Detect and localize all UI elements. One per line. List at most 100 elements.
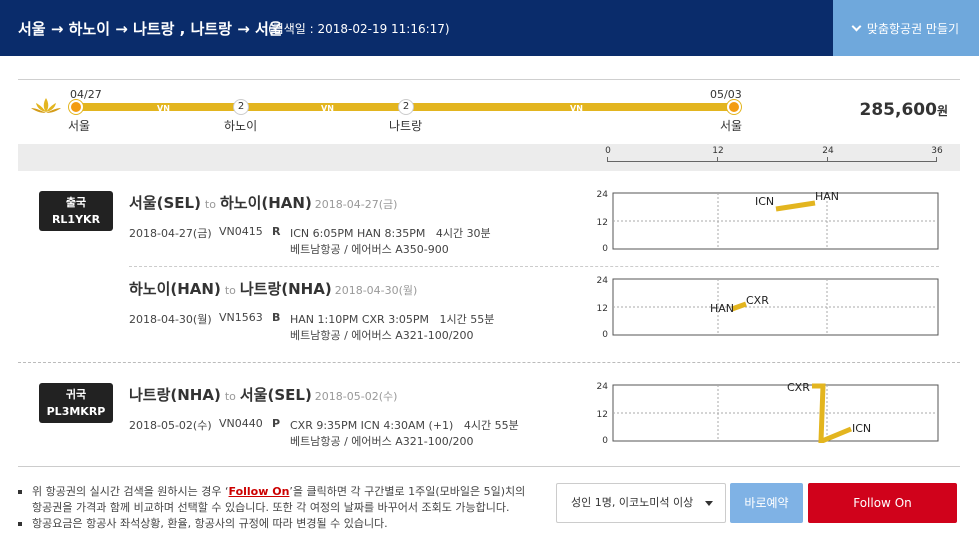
segment-code: VN <box>570 104 583 113</box>
destination-node <box>727 100 741 114</box>
segment-divider <box>129 266 939 267</box>
city-label: 하노이 <box>224 119 258 133</box>
segment-title: 나트랑(NHA) to 서울(SEL) 2018-05-02(수) <box>129 384 397 405</box>
flight-time-chart: 24 12 0 CXR ICN <box>597 381 939 443</box>
flight-times: ICN 6:05PM HAN 8:35PM 4시간 30분 <box>290 225 491 241</box>
axis-tick-label: 0 <box>605 146 611 156</box>
price-currency: 원 <box>936 104 948 118</box>
badge-type: 출국 <box>65 196 87 209</box>
route-summary: 04/27 05/03 VN VN VN 2 2 서울 하노이 나트랑 서울 2… <box>18 80 960 144</box>
badge-type: 귀국 <box>65 388 87 401</box>
return-badge: 귀국 PL3MKRP <box>39 383 113 423</box>
passenger-class-select[interactable]: 성인 1명, 이코노미석 이상 <box>556 483 726 523</box>
flight-number: VN1563 <box>219 311 263 324</box>
axis-tick <box>607 157 608 162</box>
city-label: 서울 <box>720 119 743 133</box>
segment-from: 하노이(HAN) <box>129 280 221 298</box>
segment-date: 2018-05-02(수) <box>314 390 398 403</box>
segment-to-word: to <box>224 390 236 403</box>
duration: 4시간 55분 <box>463 419 519 432</box>
city-label: 서울 <box>68 119 91 133</box>
times: ICN 6:05PM HAN 8:35PM <box>290 227 426 240</box>
search-date: (검색일 : 2018-02-19 11:16:17) <box>268 22 450 36</box>
y-tick-label: 12 <box>597 218 608 228</box>
times: HAN 1:10PM CXR 3:05PM <box>290 313 430 326</box>
carrier-info: 베트남항공 / 에어버스 A321-100/200 <box>290 329 474 342</box>
make-custom-ticket-button[interactable]: 맞춤항공권 만들기 <box>833 0 979 56</box>
dep-airport-label: CXR <box>787 381 810 394</box>
flight-segment: 귀국 PL3MKRP 나트랑(NHA) to 서울(SEL) 2018-05-02(수… <box>18 380 960 460</box>
flight-segment: 하노이(HAN) to 나트랑(NHA) 2018-04-30(월) 2018-04-… <box>18 274 960 354</box>
arr-airport-label: ICN <box>852 422 871 435</box>
segment-date: 2018-04-27(금) <box>314 198 398 211</box>
flight-times: CXR 9:35PM ICN 4:30AM (+1) 4시간 55분 <box>290 417 519 433</box>
follow-on-link[interactable]: Follow On <box>229 485 290 498</box>
time-axis-bar: 0 12 24 36 <box>18 144 960 171</box>
follow-on-button[interactable]: Follow On <box>808 483 957 523</box>
flight-time-chart: 24 12 0 HAN CXR <box>597 276 939 337</box>
y-tick-label: 0 <box>602 436 608 443</box>
passenger-class-value: 성인 1명, 이코노미석 이상 <box>571 496 694 509</box>
time-axis-line <box>607 161 937 162</box>
times: CXR 9:35PM ICN 4:30AM (+1) <box>290 419 454 432</box>
flight-date: 2018-05-02(수) <box>129 419 212 432</box>
y-tick-label: 12 <box>597 410 608 420</box>
stop-node: 2 <box>398 99 414 115</box>
segment-to: 나트랑(NHA) <box>239 280 332 298</box>
origin-node <box>69 100 83 114</box>
top-header: 서울 → 하노이 → 나트랑 , 나트랑 → 서울 (검색일 : 2018-02… <box>0 0 979 56</box>
footer-divider <box>18 466 960 467</box>
axis-tick <box>827 157 828 162</box>
axis-tick <box>717 157 718 162</box>
flight-time-chart: 24 12 0 ICN HAN <box>597 190 939 251</box>
duration: 1시간 55분 <box>439 313 495 326</box>
segment-code: VN <box>157 104 170 113</box>
carrier-info: 베트남항공 / 에어버스 A321-100/200 <box>290 435 474 448</box>
segment-date: 2018-04-30(월) <box>334 284 418 297</box>
booking-code: PL3MKRP <box>46 405 106 418</box>
notice-item: 위 항공권의 실시간 검색을 원하시는 경우 ‘Follow On’을 클릭하면… <box>18 484 538 516</box>
y-tick-label: 12 <box>597 304 608 314</box>
duration: 4시간 30분 <box>435 227 491 240</box>
arr-airport-label: CXR <box>746 294 769 307</box>
city-label: 나트랑 <box>389 119 423 133</box>
booking-code: RL1YKR <box>51 213 101 226</box>
flight-date: 2018-04-30(월) <box>129 313 212 326</box>
y-tick-label: 24 <box>597 382 609 392</box>
axis-tick-label: 24 <box>822 146 834 156</box>
axis-tick <box>936 157 937 162</box>
axis-tick-label: 36 <box>931 146 943 156</box>
chevron-down-icon <box>851 21 862 31</box>
axis-tick-label: 12 <box>712 146 724 156</box>
segment-from: 나트랑(NHA) <box>129 386 221 404</box>
flight-number: VN0440 <box>219 417 263 430</box>
booking-class: P <box>272 417 281 430</box>
booking-class: B <box>272 311 281 324</box>
book-now-button[interactable]: 바로예약 <box>730 483 803 523</box>
section-divider <box>18 362 960 363</box>
y-tick-label: 0 <box>602 244 608 251</box>
y-tick-label: 24 <box>597 276 609 286</box>
stop-node: 2 <box>233 99 249 115</box>
notice-list: 위 항공권의 실시간 검색을 원하시는 경우 ‘Follow On’을 클릭하면… <box>18 484 538 532</box>
segment-title: 서울(SEL) to 하노이(HAN) 2018-04-27(금) <box>129 192 397 213</box>
outbound-badge: 출국 RL1YKR <box>39 191 113 231</box>
notice-item: 항공요금은 항공사 좌석상황, 환율, 항공사의 규정에 따라 변경될 수 있습… <box>18 516 538 532</box>
flight-number: VN0415 <box>219 225 263 238</box>
segment-title: 하노이(HAN) to 나트랑(NHA) 2018-04-30(월) <box>129 278 417 299</box>
segment-to-word: to <box>224 284 236 297</box>
flight-date: 2018-04-27(금) <box>129 227 212 240</box>
end-date: 05/03 <box>710 88 742 101</box>
segment-to-word: to <box>204 198 216 211</box>
notice-text: 위 항공권의 실시간 검색을 원하시는 경우 ‘ <box>32 485 229 498</box>
flight-times: HAN 1:10PM CXR 3:05PM 1시간 55분 <box>290 311 494 327</box>
segment-to: 서울(SEL) <box>239 386 312 404</box>
total-price: 285,600원 <box>860 100 948 120</box>
segment-detail: 2018-04-27(금) <box>129 225 212 241</box>
route-title: 서울 → 하노이 → 나트랑 , 나트랑 → 서울 <box>18 20 283 38</box>
y-tick-label: 0 <box>602 330 608 337</box>
dep-airport-label: HAN <box>710 302 734 315</box>
segment-code: VN <box>321 104 334 113</box>
arr-airport-label: HAN <box>815 190 839 203</box>
make-custom-ticket-label: 맞춤항공권 만들기 <box>866 21 960 36</box>
